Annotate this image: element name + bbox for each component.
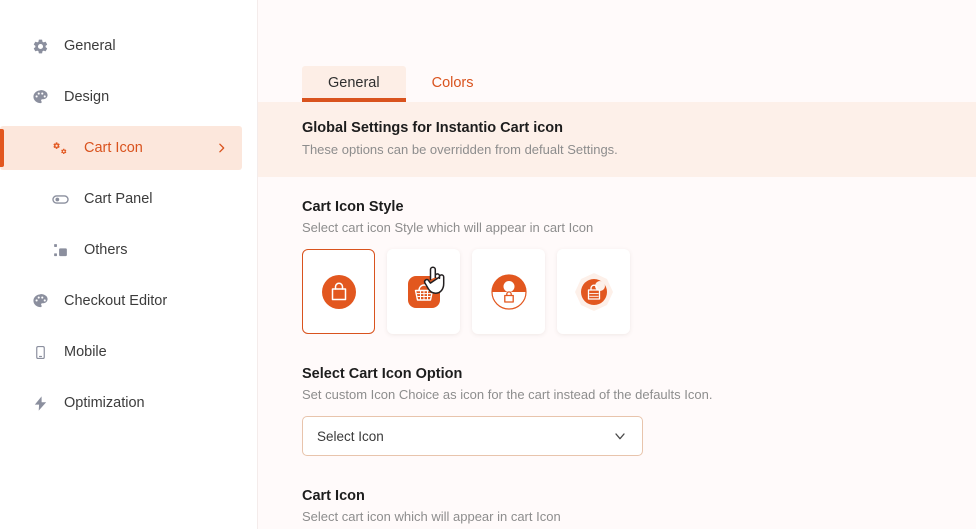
gears-icon [50,138,70,158]
banner-subtitle: These options can be overridden from def… [302,142,618,157]
sidebar-item-label: Others [84,242,128,258]
select-icon-dropdown[interactable]: Select Icon [302,416,643,456]
palette-icon [30,87,50,107]
tab-colors[interactable]: Colors [406,66,500,102]
sidebar-item-design[interactable]: Design [0,75,258,119]
tab-general[interactable]: General [302,66,406,102]
select-cart-icon-option-section: Select Cart Icon Option Set custom Icon … [302,366,976,456]
sidebar-item-cart-icon[interactable]: Cart Icon [0,126,242,170]
sidebar-item-mobile[interactable]: Mobile [0,330,258,374]
sidebar-item-label: Design [64,89,110,105]
rounded-basket-icon [407,275,440,308]
settings-content: Cart Icon Style Select cart icon Style w… [258,177,976,529]
cart-icon-style-options [302,249,976,334]
section-subtitle: Select cart icon which will appear in ca… [302,509,561,524]
main-panel: General Colors Global Settings for Insta… [258,0,976,529]
sidebar-item-label: General [64,38,116,54]
sidebar-item-optimization[interactable]: Optimization [0,381,258,425]
sidebar: General Design Cart Icon Cart Panel Othe… [0,0,258,529]
settings-app: General Design Cart Icon Cart Panel Othe… [0,0,976,529]
squircle-bag-icon [574,272,613,311]
section-title: Cart Icon [302,488,365,504]
mobile-icon [30,342,50,362]
palette-icon [30,291,50,311]
circle-bag-icon [321,274,356,309]
dropdown-value: Select Icon [317,428,384,444]
cart-icon-section: Cart Icon Select cart icon which will ap… [302,488,976,529]
section-title: Cart Icon Style [302,199,404,215]
cart-icon-style-section: Cart Icon Style Select cart icon Style w… [302,199,976,334]
toggle-icon [50,189,70,209]
tab-bar: General Colors [258,56,976,102]
lightning-icon [30,393,50,413]
sidebar-item-label: Checkout Editor [64,293,168,309]
banner-title: Global Settings for Instantio Cart icon [302,120,564,136]
sidebar-item-label: Optimization [64,395,145,411]
style-option-circle-bag[interactable] [302,249,375,334]
section-title: Select Cart Icon Option [302,366,463,382]
sidebar-item-label: Cart Icon [84,140,143,156]
chevron-down-icon [612,428,628,444]
layout-icon [50,240,70,260]
section-subtitle: Set custom Icon Choice as icon for the c… [302,387,713,402]
style-option-rounded-basket[interactable] [387,249,460,334]
sidebar-item-cart-panel[interactable]: Cart Panel [0,177,258,221]
sidebar-item-label: Cart Panel [84,191,153,207]
sidebar-item-others[interactable]: Others [0,228,258,272]
sidebar-item-label: Mobile [64,344,107,360]
sidebar-item-checkout-editor[interactable]: Checkout Editor [0,279,258,323]
style-option-split-circle-bag[interactable] [472,249,545,334]
gear-icon [30,36,50,56]
sidebar-item-general[interactable]: General [0,24,258,68]
chevron-right-icon [215,142,228,155]
section-subtitle: Select cart icon Style which will appear… [302,220,594,235]
global-settings-banner: Global Settings for Instantio Cart icon … [258,102,976,177]
style-option-squircle-bag[interactable] [557,249,630,334]
split-circle-bag-icon [490,273,527,310]
